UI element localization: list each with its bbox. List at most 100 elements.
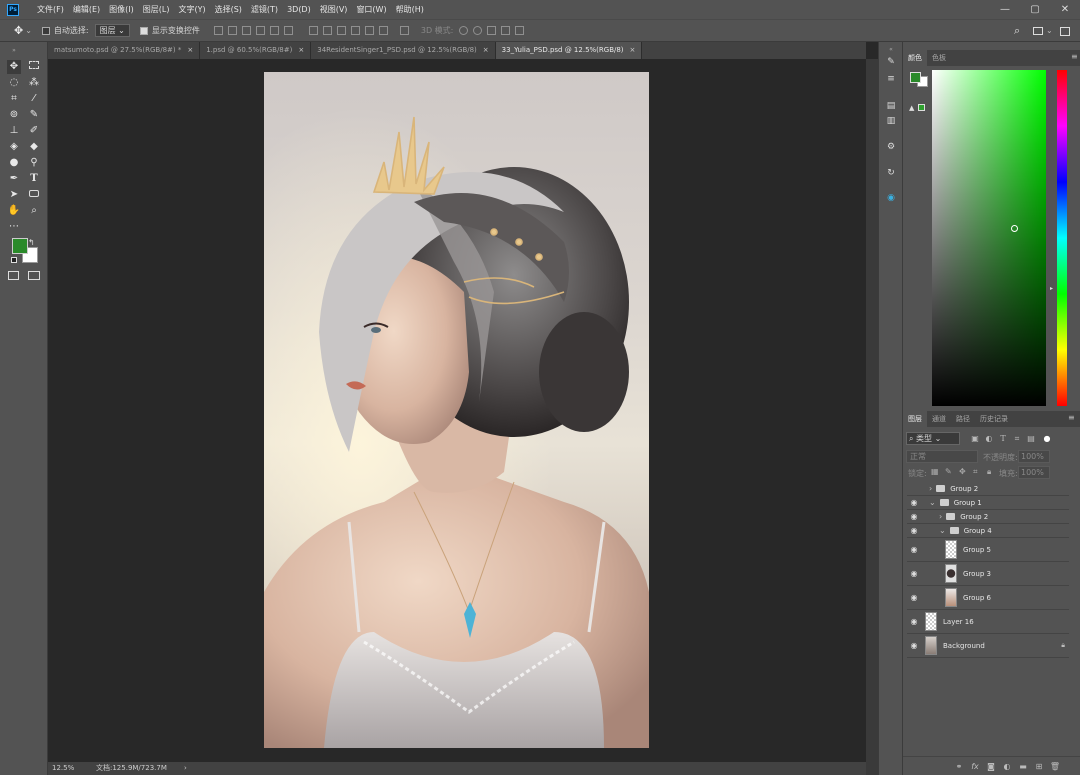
hand-tool-icon[interactable]: ✋ <box>7 204 21 218</box>
history-icon[interactable]: ↻ <box>885 167 897 179</box>
lock-position-icon[interactable]: ✥ <box>959 467 966 476</box>
menu-layer[interactable]: 图层(L) <box>143 4 170 15</box>
new-group-icon[interactable]: ▬ <box>1017 761 1029 773</box>
close-tab-icon[interactable]: × <box>187 46 193 54</box>
zoom-level[interactable]: 12.5% <box>52 762 74 775</box>
align-vcenter-icon[interactable] <box>227 26 237 35</box>
quick-mask-icon[interactable] <box>8 271 19 280</box>
filter-toggle-icon[interactable]: ● <box>1041 433 1053 445</box>
3d-slide-icon[interactable] <box>501 26 511 35</box>
expand-arrow-icon[interactable]: › <box>939 512 942 521</box>
eye-icon[interactable]: ◉ <box>907 593 921 602</box>
healing-brush-tool-icon[interactable]: ⊚ <box>7 108 21 122</box>
align-left-icon[interactable] <box>255 26 265 35</box>
align-bottom-icon[interactable] <box>241 26 251 35</box>
layer-row[interactable]: ◉ Group 5 <box>907 538 1069 562</box>
dodge-tool-icon[interactable]: ⚲ <box>27 156 41 170</box>
layer-row[interactable]: ◉ Group 3 <box>907 562 1069 586</box>
foreground-color-swatch[interactable] <box>12 238 28 254</box>
menu-type[interactable]: 文字(Y) <box>178 4 205 15</box>
vertical-scrollbar[interactable] <box>866 59 878 775</box>
eye-icon[interactable]: ◉ <box>907 526 921 535</box>
more-tools-icon[interactable]: ⋯ <box>7 220 21 234</box>
chevron-down-icon[interactable]: ⌄ <box>25 26 32 35</box>
collapse-arrow-icon[interactable]: ⌄ <box>929 498 936 507</box>
filter-smart-object-icon[interactable]: ▤ <box>1025 433 1037 445</box>
swap-colors-icon[interactable]: ↰ <box>28 238 35 247</box>
close-tab-icon[interactable]: × <box>630 46 636 54</box>
new-adjustment-icon[interactable]: ◐ <box>1001 761 1013 773</box>
default-colors-icon[interactable] <box>11 257 17 263</box>
out-of-gamut-warning-icon[interactable]: ▲ <box>909 104 914 112</box>
lock-all-icon[interactable]: 🔒︎ <box>987 467 991 477</box>
menu-help[interactable]: 帮助(H) <box>396 4 424 15</box>
move-tool-icon[interactable]: ✥ <box>7 60 21 74</box>
menu-image[interactable]: 图像(I) <box>109 4 134 15</box>
eraser-tool-icon[interactable]: ◈ <box>7 140 21 154</box>
marquee-tool-icon[interactable] <box>27 60 41 74</box>
minimize-button[interactable]: — <box>990 0 1020 19</box>
tab-swatches[interactable]: 色板 <box>927 50 951 66</box>
web-safe-swatch[interactable] <box>918 104 925 111</box>
magic-wand-tool-icon[interactable]: ⁂ <box>27 76 41 90</box>
3d-roll-icon[interactable] <box>473 26 483 35</box>
layer-row-group[interactable]: ◉ ⌄ Group 1 <box>907 496 1069 510</box>
blur-tool-icon[interactable]: ● <box>7 156 21 170</box>
align-hcenter-icon[interactable] <box>269 26 279 35</box>
distribute-top-icon[interactable] <box>308 26 318 35</box>
path-selection-tool-icon[interactable]: ➤ <box>7 188 21 202</box>
distribute-left-icon[interactable] <box>350 26 360 35</box>
layer-row-group[interactable]: ◉ ⌄ Group 4 <box>907 524 1069 538</box>
move-tool-icon[interactable]: ✥ <box>14 24 23 37</box>
filter-type-icon[interactable]: T <box>997 433 1009 445</box>
collapse-panels-icon[interactable]: « <box>885 44 897 56</box>
workspace-icon[interactable] <box>1033 27 1043 35</box>
auto-align-icon[interactable] <box>399 26 409 35</box>
3d-drag-icon[interactable] <box>487 26 497 35</box>
hue-slider-handle-icon[interactable]: ▸ <box>1050 285 1053 292</box>
layer-filter-dropdown[interactable]: ⌕ 类型 ⌄ <box>906 432 960 445</box>
distribute-right-icon[interactable] <box>378 26 388 35</box>
filter-shape-icon[interactable]: ⌗ <box>1011 433 1023 445</box>
layers-panel-menu-icon[interactable]: ≡ <box>1068 413 1075 422</box>
libraries-icon[interactable]: ▤ <box>885 100 897 112</box>
history-brush-tool-icon[interactable]: ✐ <box>27 124 41 138</box>
panel-menu-icon[interactable]: ≡ <box>1071 52 1078 61</box>
brush-settings-icon[interactable]: ✎ <box>885 56 897 68</box>
tab-document[interactable]: 34ResidentSinger1_PSD.psd @ 12.5%(RGB/8)… <box>311 42 496 59</box>
collapse-arrow-icon[interactable]: ⌄ <box>939 526 946 535</box>
menu-filter[interactable]: 滤镜(T) <box>251 4 278 15</box>
menu-file[interactable]: 文件(F) <box>37 4 64 15</box>
distribute-hcenter-icon[interactable] <box>364 26 374 35</box>
notes-icon[interactable]: ▥ <box>885 115 897 127</box>
layer-row[interactable]: ◉ Layer 16 <box>907 610 1069 634</box>
eye-icon[interactable]: ◉ <box>907 512 921 521</box>
paint-bucket-tool-icon[interactable]: ◆ <box>27 140 41 154</box>
close-tab-icon[interactable]: × <box>298 46 304 54</box>
align-top-icon[interactable] <box>213 26 223 35</box>
color-fg-swatch[interactable] <box>910 72 921 83</box>
pen-tool-icon[interactable]: ✒ <box>7 172 21 186</box>
eye-icon[interactable]: ◉ <box>907 545 921 554</box>
search-icon[interactable]: ⌕ <box>1014 24 1020 38</box>
menu-edit[interactable]: 编辑(E) <box>73 4 100 15</box>
document-canvas-artwork[interactable] <box>264 72 649 748</box>
lock-transparent-icon[interactable]: ▦ <box>931 467 939 476</box>
delete-layer-icon[interactable]: 🗑︎ <box>1049 761 1061 773</box>
menu-select[interactable]: 选择(S) <box>215 4 242 15</box>
maximize-button[interactable]: ▢ <box>1020 0 1050 19</box>
color-field[interactable] <box>932 70 1046 406</box>
filter-pixel-icon[interactable]: ▣ <box>969 433 981 445</box>
tab-document-active[interactable]: 33_Yulia_PSD.psd @ 12.5%(RGB/8) × <box>495 42 643 59</box>
tab-paths[interactable]: 路径 <box>951 411 975 427</box>
tab-layers[interactable]: 图层 <box>903 411 927 427</box>
tab-channels[interactable]: 通道 <box>927 411 951 427</box>
lasso-tool-icon[interactable]: ◌ <box>7 76 21 90</box>
eye-icon[interactable]: ◉ <box>907 498 921 507</box>
menu-3d[interactable]: 3D(D) <box>287 5 311 14</box>
menu-view[interactable]: 视图(V) <box>320 4 348 15</box>
auto-select-target-dropdown[interactable]: 图层 ⌄ <box>94 24 130 37</box>
share-icon[interactable] <box>1060 27 1070 36</box>
properties-icon[interactable]: ≡ <box>885 73 897 85</box>
eye-icon[interactable]: ◉ <box>907 569 921 578</box>
